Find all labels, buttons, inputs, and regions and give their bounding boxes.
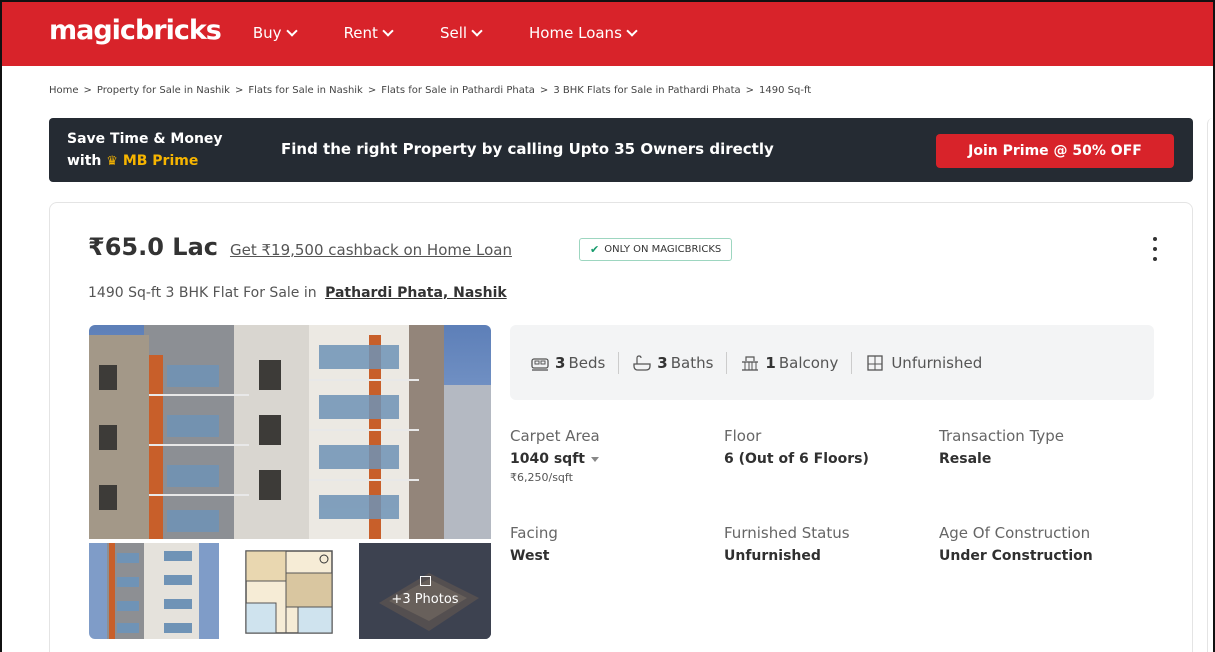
main-property-photo[interactable] (89, 325, 491, 539)
nav-buy[interactable]: Buy (252, 24, 298, 42)
nav-home-loans-label: Home Loans (529, 24, 622, 42)
balcony-icon (742, 355, 759, 371)
cashback-link[interactable]: Get ₹19,500 cashback on Home Loan (230, 241, 512, 259)
transaction-value: Resale (939, 451, 992, 467)
chevron-down-icon (285, 24, 298, 37)
furnishing-label: Unfurnished (891, 353, 983, 372)
thumbnail-floor-plan[interactable] (224, 543, 354, 639)
main-nav: Buy Rent Sell Home Loans (253, 24, 684, 42)
only-on-magicbricks-badge: ✔ ONLY ON MAGICBRICKS (579, 238, 733, 261)
check-icon: ✔ (590, 243, 600, 256)
sidebar-edge (1207, 118, 1213, 652)
facing-value: West (510, 548, 550, 564)
more-options-icon[interactable] (1152, 237, 1158, 261)
summary-floor: Floor 6 (Out of 6 Floors) (724, 427, 924, 467)
nav-rent-label: Rent (343, 24, 378, 42)
feature-baths: 3 Baths (632, 354, 713, 372)
nav-sell-label: Sell (439, 24, 468, 42)
chevron-down-icon (382, 24, 394, 37)
breadcrumb-separator: > (83, 85, 92, 96)
beds-count: 3 (555, 353, 566, 372)
balcony-label: Balcony (778, 353, 839, 372)
prime-banner: Save Time & Money with ♛ MB Prime Find t… (49, 118, 1193, 182)
breadcrumb-flats-pathardi[interactable]: Flats for Sale in Pathardi Phata (381, 85, 535, 96)
nav-rent[interactable]: Rent (343, 24, 394, 42)
bed-icon (531, 357, 549, 371)
thumbnail-more-photos[interactable]: +3 Photos (359, 543, 491, 639)
summary-facing: Facing West (510, 524, 710, 564)
furnished-label: Furnished Status (724, 524, 850, 542)
facing-label: Facing (510, 524, 558, 542)
crown-icon: ♛ (106, 153, 118, 169)
building-thumbnail (89, 543, 219, 639)
breadcrumb-home[interactable]: Home (49, 85, 79, 96)
prime-message: Find the right Property by calling Upto … (281, 140, 774, 158)
beds-label: Beds (568, 353, 606, 372)
furnished-value: Unfurnished (724, 548, 821, 564)
breadcrumb-separator: > (539, 85, 549, 96)
feature-furnishing: Unfurnished (865, 354, 982, 372)
price-row: ₹65.0 Lac Get ₹19,500 cashback on Home L… (88, 233, 512, 261)
caret-down-icon (590, 456, 599, 462)
feature-balcony: 1 Balcony (740, 354, 838, 372)
transaction-label: Transaction Type (939, 427, 1065, 445)
age-label: Age Of Construction (939, 524, 1091, 542)
image-icon (419, 575, 431, 586)
carpet-area-label: Carpet Area (510, 427, 600, 445)
prime-tagline: Save Time & Money with ♛ MB Prime (67, 128, 223, 173)
join-prime-button[interactable]: Join Prime @ 50% OFF (936, 134, 1174, 168)
divider (851, 351, 853, 374)
location-link[interactable]: Pathardi Phata, Nashik (325, 285, 507, 301)
carpet-area-value: 1040 sqft (510, 451, 585, 467)
floor-plan-thumbnail (224, 543, 354, 639)
bath-icon (633, 354, 651, 371)
price-per-sqft: ₹6,250/sqft (510, 471, 573, 484)
more-photos-overlay: +3 Photos (359, 543, 491, 639)
badge-label: ONLY ON MAGICBRICKS (604, 244, 722, 255)
thumbnail-building[interactable] (89, 543, 219, 639)
breadcrumb-property-nashik[interactable]: Property for Sale in Nashik (97, 85, 230, 96)
breadcrumb-separator: > (234, 85, 244, 96)
summary-carpet-area: Carpet Area 1040 sqft ₹6,250/sqft (510, 427, 710, 484)
listing-price: ₹65.0 Lac (88, 233, 218, 261)
nav-sell[interactable]: Sell (439, 24, 483, 42)
carpet-area-value-row[interactable]: 1040 sqft (510, 451, 710, 467)
breadcrumb-flats-nashik[interactable]: Flats for Sale in Nashik (248, 85, 363, 96)
building-photo (89, 325, 491, 539)
summary-age: Age Of Construction Under Construction (939, 524, 1139, 564)
divider (726, 351, 728, 374)
prime-with: with (67, 152, 102, 169)
feature-beds: 3 Beds (530, 354, 605, 372)
features-bar: 3 Beds 3 Baths 1 Balcony Unfurnished (510, 325, 1154, 400)
breadcrumb: Home > Property for Sale in Nashik > Fla… (49, 85, 811, 96)
breadcrumb-current: 1490 Sq-ft (759, 85, 812, 96)
top-header: magicbricks Buy Rent Sell Home Loans (2, 2, 1213, 66)
floor-value: 6 (Out of 6 Floors) (724, 451, 869, 467)
balcony-count: 1 (765, 353, 776, 372)
furnish-icon (867, 354, 883, 371)
baths-label: Baths (670, 353, 714, 372)
summary-furnished: Furnished Status Unfurnished (724, 524, 924, 564)
prime-brand: MB Prime (122, 152, 199, 169)
nav-buy-label: Buy (252, 24, 282, 42)
breadcrumb-3bhk-pathardi[interactable]: 3 BHK Flats for Sale in Pathardi Phata (553, 85, 740, 96)
more-photos-label: +3 Photos (391, 591, 459, 607)
listing-title: 1490 Sq-ft 3 BHK Flat For Sale in Pathar… (88, 285, 507, 301)
summary-transaction: Transaction Type Resale (939, 427, 1139, 467)
prime-line1: Save Time & Money (67, 130, 223, 147)
magicbricks-logo[interactable]: magicbricks (49, 15, 222, 46)
nav-home-loans[interactable]: Home Loans (529, 24, 638, 42)
floor-label: Floor (724, 427, 762, 445)
divider (618, 351, 620, 374)
baths-count: 3 (657, 353, 668, 372)
age-value: Under Construction (939, 548, 1093, 564)
breadcrumb-separator: > (745, 85, 755, 96)
chevron-down-icon (471, 24, 483, 37)
chevron-down-icon (626, 24, 638, 37)
breadcrumb-separator: > (367, 85, 377, 96)
prime-line2: with ♛ MB Prime (67, 150, 223, 173)
listing-title-text: 1490 Sq-ft 3 BHK Flat For Sale in (88, 285, 317, 301)
listing-card: ₹65.0 Lac Get ₹19,500 cashback on Home L… (49, 202, 1193, 652)
